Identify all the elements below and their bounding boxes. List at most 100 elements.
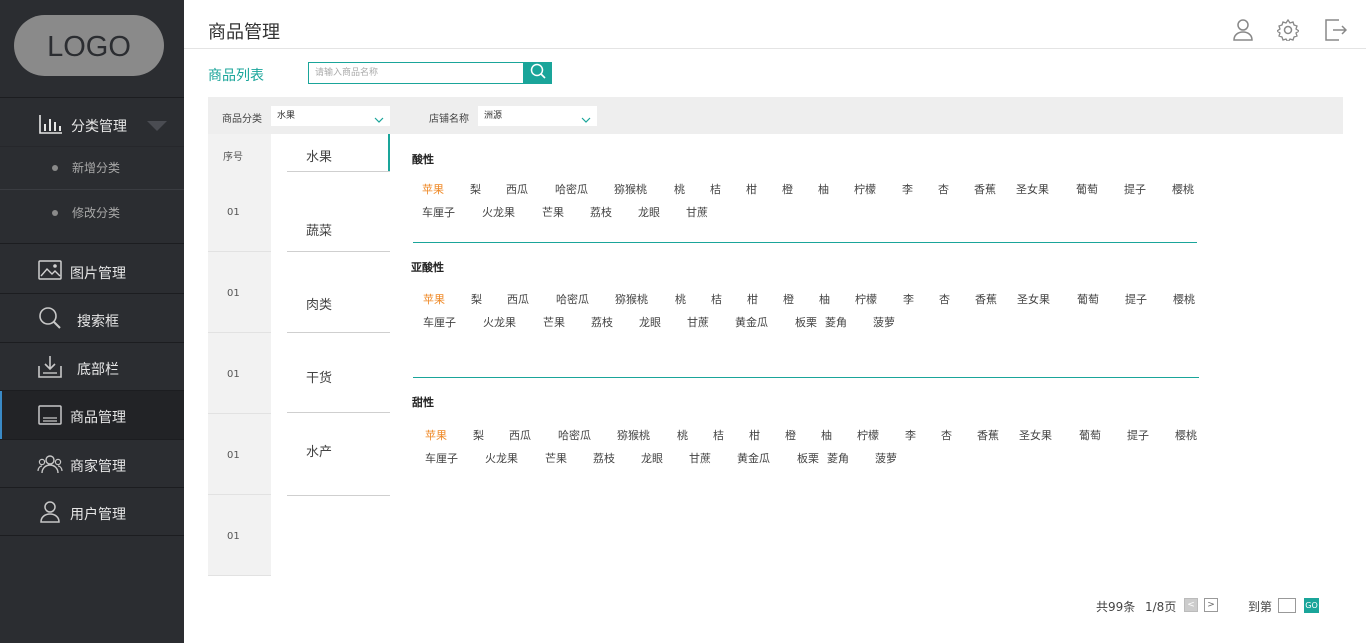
tag-item[interactable]: 菱角 bbox=[825, 314, 847, 330]
tag-item[interactable]: 龙眼 bbox=[641, 450, 663, 466]
tag-item[interactable]: 柠檬 bbox=[854, 181, 876, 197]
sidebar-item-footer[interactable]: 底部栏 bbox=[0, 343, 184, 391]
tag-item[interactable]: 提子 bbox=[1125, 291, 1147, 307]
tag-item[interactable]: 橙 bbox=[782, 181, 793, 197]
tag-item[interactable]: 火龙果 bbox=[485, 450, 518, 466]
sidebar-item-merchants[interactable]: 商家管理 bbox=[0, 440, 184, 488]
tag-item[interactable]: 橙 bbox=[785, 427, 796, 443]
tag-item[interactable]: 西瓜 bbox=[507, 291, 529, 307]
tag-item[interactable]: 菠萝 bbox=[873, 314, 895, 330]
tag-item[interactable]: 猕猴桃 bbox=[615, 291, 648, 307]
sidebar-item-products[interactable]: 商品管理 bbox=[0, 391, 184, 439]
tag-item[interactable]: 甘蔗 bbox=[686, 204, 708, 220]
tag-item[interactable]: 柠檬 bbox=[855, 291, 877, 307]
tag-item[interactable]: 菠萝 bbox=[875, 450, 897, 466]
tag-item[interactable]: 樱桃 bbox=[1172, 181, 1194, 197]
tag-item[interactable]: 桔 bbox=[710, 181, 721, 197]
tag-item[interactable]: 芒果 bbox=[542, 204, 564, 220]
tag-item[interactable]: 荔枝 bbox=[591, 314, 613, 330]
tag-item[interactable]: 柑 bbox=[747, 291, 758, 307]
tag-item[interactable]: 圣女果 bbox=[1017, 291, 1050, 307]
tag-item[interactable]: 板栗 bbox=[795, 314, 817, 330]
goto-page-input[interactable] bbox=[1278, 598, 1296, 613]
shop-select[interactable]: 洲源 bbox=[478, 106, 597, 126]
tag-item[interactable]: 柚 bbox=[819, 291, 830, 307]
tag-item[interactable]: 甘蔗 bbox=[689, 450, 711, 466]
tag-item[interactable]: 车厘子 bbox=[422, 204, 455, 220]
user-icon[interactable] bbox=[1232, 19, 1256, 43]
tag-item[interactable]: 李 bbox=[902, 181, 913, 197]
tag-item[interactable]: 哈密瓜 bbox=[556, 291, 589, 307]
next-page-button[interactable]: > bbox=[1204, 598, 1218, 612]
tag-item[interactable]: 荔枝 bbox=[593, 450, 615, 466]
tag-item[interactable]: 西瓜 bbox=[506, 181, 528, 197]
gear-icon[interactable] bbox=[1275, 18, 1301, 44]
tag-item[interactable]: 柑 bbox=[746, 181, 757, 197]
logout-icon[interactable] bbox=[1325, 19, 1349, 43]
tag-item[interactable]: 猕猴桃 bbox=[617, 427, 650, 443]
tag-item[interactable]: 板栗 bbox=[797, 450, 819, 466]
tag-item[interactable]: 苹果 bbox=[425, 427, 447, 443]
tag-item[interactable]: 李 bbox=[903, 291, 914, 307]
tag-item[interactable]: 葡萄 bbox=[1079, 427, 1101, 443]
sidebar-item-search[interactable]: 搜索框 bbox=[0, 294, 184, 342]
tag-item[interactable]: 车厘子 bbox=[425, 450, 458, 466]
tag-item[interactable]: 柚 bbox=[818, 181, 829, 197]
tag-item[interactable]: 芒果 bbox=[545, 450, 567, 466]
tag-item[interactable]: 樱桃 bbox=[1173, 291, 1195, 307]
tag-item[interactable]: 火龙果 bbox=[482, 204, 515, 220]
tag-item[interactable]: 香蕉 bbox=[977, 427, 999, 443]
tag-item[interactable]: 荔枝 bbox=[590, 204, 612, 220]
tag-item[interactable]: 圣女果 bbox=[1016, 181, 1049, 197]
tag-item[interactable]: 黄金瓜 bbox=[735, 314, 768, 330]
tag-item[interactable]: 柠檬 bbox=[857, 427, 879, 443]
tag-item[interactable]: 橙 bbox=[783, 291, 794, 307]
tag-item[interactable]: 杏 bbox=[938, 181, 949, 197]
tag-item[interactable]: 哈密瓜 bbox=[555, 181, 588, 197]
tag-item[interactable]: 龙眼 bbox=[638, 204, 660, 220]
tag-item[interactable]: 桔 bbox=[713, 427, 724, 443]
tag-item[interactable]: 西瓜 bbox=[509, 427, 531, 443]
tag-item[interactable]: 桔 bbox=[711, 291, 722, 307]
sidebar-subitem-add-category[interactable]: 新增分类 bbox=[0, 146, 184, 190]
tag-item[interactable]: 柑 bbox=[749, 427, 760, 443]
tag-item[interactable]: 梨 bbox=[473, 427, 484, 443]
sidebar-item-users[interactable]: 用户管理 bbox=[0, 488, 184, 536]
tag-item[interactable]: 柚 bbox=[821, 427, 832, 443]
tag-item[interactable]: 黄金瓜 bbox=[737, 450, 770, 466]
tag-item[interactable]: 葡萄 bbox=[1077, 291, 1099, 307]
caret-down-icon[interactable] bbox=[147, 119, 167, 135]
tag-item[interactable]: 梨 bbox=[471, 291, 482, 307]
tag-item[interactable]: 菱角 bbox=[827, 450, 849, 466]
tag-item[interactable]: 梨 bbox=[470, 181, 481, 197]
tag-item[interactable]: 甘蔗 bbox=[687, 314, 709, 330]
prev-page-button[interactable]: < bbox=[1184, 598, 1198, 612]
tag-item[interactable]: 桃 bbox=[674, 181, 685, 197]
tag-item[interactable]: 哈密瓜 bbox=[558, 427, 591, 443]
tag-item[interactable]: 圣女果 bbox=[1019, 427, 1052, 443]
tag-item[interactable]: 猕猴桃 bbox=[614, 181, 647, 197]
category-select[interactable]: 水果 bbox=[271, 106, 390, 126]
tag-item[interactable]: 提子 bbox=[1127, 427, 1149, 443]
sidebar-item-images[interactable]: 图片管理 bbox=[0, 246, 184, 294]
tag-item[interactable]: 香蕉 bbox=[975, 291, 997, 307]
go-button[interactable]: GO bbox=[1304, 598, 1319, 613]
search-input[interactable]: 请输入商品名称 bbox=[308, 62, 524, 84]
tag-item[interactable]: 苹果 bbox=[422, 181, 444, 197]
tag-item[interactable]: 苹果 bbox=[423, 291, 445, 307]
tag-item[interactable]: 葡萄 bbox=[1076, 181, 1098, 197]
tag-item[interactable]: 桃 bbox=[677, 427, 688, 443]
sidebar-item-category[interactable]: 分类管理 bbox=[0, 100, 184, 148]
sidebar-subitem-edit-category[interactable]: 修改分类 bbox=[0, 191, 184, 235]
tag-item[interactable]: 提子 bbox=[1124, 181, 1146, 197]
tag-item[interactable]: 龙眼 bbox=[639, 314, 661, 330]
tag-item[interactable]: 樱桃 bbox=[1175, 427, 1197, 443]
tag-item[interactable]: 火龙果 bbox=[483, 314, 516, 330]
tag-item[interactable]: 杏 bbox=[939, 291, 950, 307]
tag-item[interactable]: 芒果 bbox=[543, 314, 565, 330]
tag-item[interactable]: 桃 bbox=[675, 291, 686, 307]
search-button[interactable] bbox=[523, 62, 552, 84]
tag-item[interactable]: 李 bbox=[905, 427, 916, 443]
tag-item[interactable]: 车厘子 bbox=[423, 314, 456, 330]
tag-item[interactable]: 香蕉 bbox=[974, 181, 996, 197]
